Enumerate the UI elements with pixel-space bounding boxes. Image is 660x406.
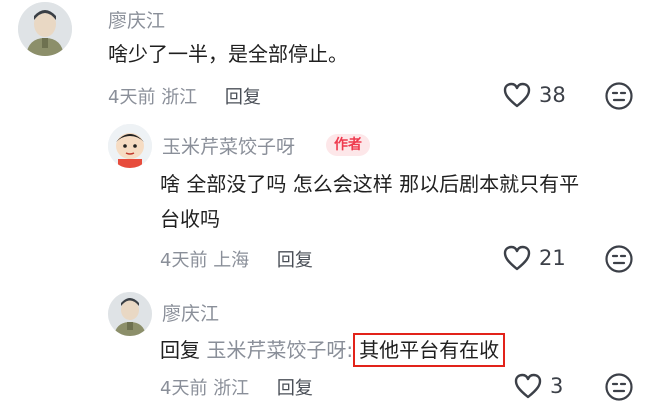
face-icon[interactable] xyxy=(604,81,634,111)
comment-text-line-1: 啥 全部没了吗 怎么会这样 那以后剧本就只有平 xyxy=(160,172,580,196)
heart-icon xyxy=(514,373,542,399)
reply-prefix: 回复 xyxy=(160,338,200,362)
avatar[interactable] xyxy=(18,2,72,56)
author-badge: 作者 xyxy=(326,134,370,156)
comment-location: 上海 xyxy=(213,250,250,271)
comment-text-line-2: 台收吗 xyxy=(160,207,220,231)
comment-time: 4天前 xyxy=(160,250,208,271)
reply-target[interactable]: 玉米芹菜饺子呀: xyxy=(206,338,353,362)
heart-icon xyxy=(503,82,531,108)
reply-button[interactable]: 回复 xyxy=(277,378,313,399)
face-icon[interactable] xyxy=(604,372,634,402)
like-count: 38 xyxy=(539,83,566,107)
comment-username[interactable]: 廖庆江 xyxy=(108,6,165,33)
comment-time: 4天前 xyxy=(160,378,208,399)
like-button[interactable]: 38 xyxy=(503,82,566,108)
comment-time: 4天前 xyxy=(108,87,156,108)
comment-meta: 4天前 上海 回复 xyxy=(160,246,313,272)
avatar[interactable] xyxy=(108,292,152,336)
comment-username[interactable]: 玉米芹菜饺子呀 xyxy=(162,132,295,159)
avatar[interactable] xyxy=(108,124,152,168)
like-button[interactable]: 3 xyxy=(514,373,563,399)
comment-text: 回复 玉米芹菜饺子呀: 其他平台有在收 xyxy=(160,332,506,368)
like-button[interactable]: 21 xyxy=(503,245,566,271)
face-icon[interactable] xyxy=(604,244,634,274)
heart-icon xyxy=(503,245,531,271)
comment-location: 浙江 xyxy=(213,378,250,399)
comment-text: 啥少了一半，是全部停止。 xyxy=(108,42,348,66)
reply-button[interactable]: 回复 xyxy=(277,250,313,271)
reply-button[interactable]: 回复 xyxy=(225,87,261,108)
like-count: 21 xyxy=(539,246,566,270)
comment-meta: 4天前 浙江 回复 xyxy=(160,374,313,400)
like-count: 3 xyxy=(550,374,564,398)
comment-location: 浙江 xyxy=(161,87,198,108)
comment-meta: 4天前 浙江 回复 xyxy=(108,83,261,109)
comment-username[interactable]: 廖庆江 xyxy=(162,299,219,326)
highlighted-text: 其他平台有在收 xyxy=(353,333,506,367)
